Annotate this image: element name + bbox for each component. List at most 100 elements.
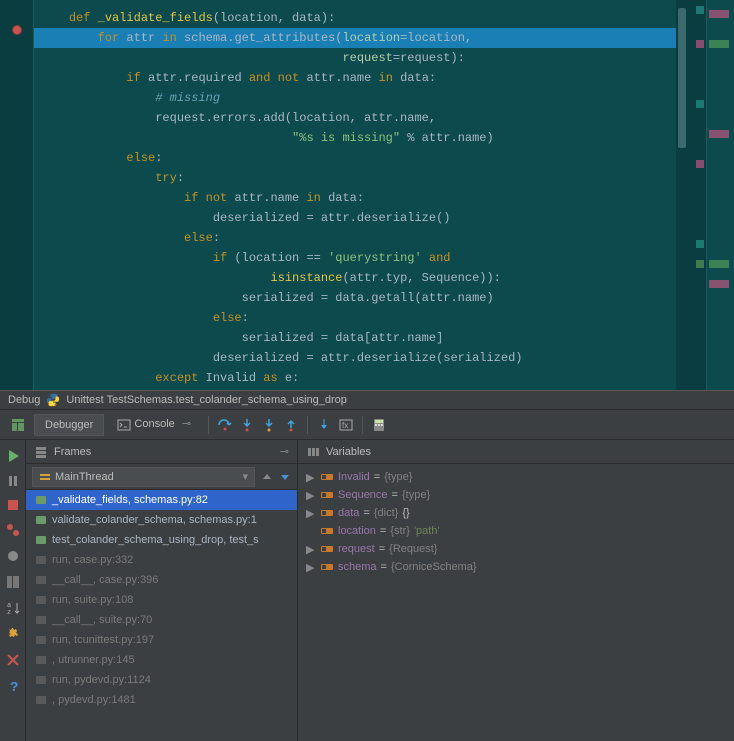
pause-icon[interactable] (6, 474, 20, 488)
frame-label: , pydevd.py:1481 (52, 694, 136, 706)
code-line[interactable]: if (location == 'querystring' and (34, 248, 688, 268)
step-over-icon[interactable] (215, 412, 235, 438)
frame-label: run, case.py:332 (52, 554, 133, 566)
frame-item[interactable]: run, pydevd.py:1124 (26, 670, 297, 690)
variable-item[interactable]: ▶Invalid = {type} (298, 468, 734, 486)
close-icon[interactable] (5, 652, 21, 668)
nav-down-icon[interactable] (279, 471, 291, 483)
debug-session-name: Unittest TestSchemas.test_colander_schem… (66, 394, 346, 406)
frame-icon (34, 653, 48, 667)
thread-dropdown[interactable]: MainThread ▾ (32, 467, 255, 487)
layout-icon[interactable] (5, 574, 21, 590)
frame-label: run, tcunittest.py:197 (52, 634, 154, 646)
frame-item[interactable]: _validate_fields, schemas.py:82 (26, 490, 297, 510)
frames-panel: Frames ⊸ MainThread ▾ _validate_fields, … (26, 440, 298, 741)
editor-gutter[interactable] (0, 0, 34, 390)
code-line[interactable]: except Invalid as e: (34, 368, 688, 388)
frame-item[interactable]: , utrunner.py:145 (26, 650, 297, 670)
code-line[interactable]: request.errors.add(location, attr.name, (34, 108, 688, 128)
expand-arrow-icon[interactable]: ▶ (306, 471, 316, 484)
variable-name: data (338, 507, 359, 519)
frame-icon (34, 693, 48, 707)
code-line[interactable]: for attr in schema.get_attributes(locati… (34, 28, 688, 48)
code-line[interactable]: if attr.required and not attr.name in da… (34, 68, 688, 88)
frame-item[interactable]: run, case.py:332 (26, 550, 297, 570)
code-line[interactable]: isinstance(attr.typ, Sequence)): (34, 268, 688, 288)
sort-az-icon[interactable]: az (5, 600, 21, 616)
code-line[interactable]: "%s is missing" % attr.name) (34, 128, 688, 148)
tab-console[interactable]: Console ⊸ (106, 412, 202, 436)
code-line[interactable]: deserialized = attr.deserialize() (34, 208, 688, 228)
step-into-icon[interactable] (237, 412, 257, 438)
resume-icon[interactable] (5, 448, 21, 464)
frame-item[interactable]: __call__, suite.py:70 (26, 610, 297, 630)
variable-item[interactable]: ▶request = {Request} (298, 540, 734, 558)
expand-arrow-icon[interactable]: ▶ (306, 489, 316, 502)
frames-header: Frames ⊸ (26, 440, 297, 464)
scrollbar-thumb[interactable] (678, 8, 686, 148)
evaluate-expression-icon[interactable]: fx (336, 412, 356, 438)
code-line[interactable]: deserialized = attr.deserialize(serializ… (34, 348, 688, 368)
frame-item[interactable]: __call__, case.py:396 (26, 570, 297, 590)
variables-list[interactable]: ▶Invalid = {type} ▶Sequence = {type} ▶ da… (298, 464, 734, 741)
view-breakpoints-icon[interactable] (5, 522, 21, 538)
mute-breakpoints-icon[interactable] (5, 548, 21, 564)
variable-item[interactable]: location = {str} 'path' (298, 522, 734, 540)
code-line[interactable]: # missing (34, 88, 688, 108)
variable-type: {Request} (389, 543, 437, 555)
frame-item[interactable]: , pydevd.py:1481 (26, 690, 297, 710)
code-line[interactable]: try: (34, 168, 688, 188)
frame-item[interactable]: validate_colander_schema, schemas.py:1 (26, 510, 297, 530)
variable-item[interactable]: ▶Sequence = {type} (298, 486, 734, 504)
run-to-cursor-icon[interactable] (314, 412, 334, 438)
vertical-scrollbar[interactable] (676, 0, 688, 390)
marker-icon (696, 100, 704, 108)
nav-up-icon[interactable] (261, 471, 273, 483)
help-icon[interactable]: ? (5, 678, 21, 694)
code-line[interactable]: serialized = data[attr.name] (34, 328, 688, 348)
variable-item[interactable]: ▶schema = {CorniceSchema} (298, 558, 734, 576)
variables-icon (306, 445, 320, 459)
breakpoint-icon[interactable] (12, 25, 22, 35)
code-editor[interactable]: def _validate_fields(location, data): fo… (34, 0, 688, 390)
code-line[interactable]: else: (34, 148, 688, 168)
frame-item[interactable]: run, suite.py:108 (26, 590, 297, 610)
pin-indicator: ⊸ (182, 418, 191, 430)
code-line[interactable]: # the struct is invalid (34, 388, 688, 390)
code-line[interactable]: def _validate_fields(location, data): (34, 8, 688, 28)
frame-item[interactable]: run, tcunittest.py:197 (26, 630, 297, 650)
code-line[interactable]: serialized = data.getall(attr.name) (34, 288, 688, 308)
frame-label: run, suite.py:108 (52, 594, 133, 606)
frames-icon (34, 445, 48, 459)
code-line[interactable]: if not attr.name in data: (34, 188, 688, 208)
expand-arrow-icon[interactable] (306, 525, 316, 537)
settings-icon[interactable] (5, 626, 21, 642)
variable-icon (320, 524, 334, 538)
tab-debugger[interactable]: Debugger (34, 414, 104, 436)
expand-arrow-icon[interactable]: ▶ (306, 543, 316, 556)
code-line[interactable]: request=request): (34, 48, 688, 68)
frame-item[interactable]: test_colander_schema_using_drop, test_s (26, 530, 297, 550)
expand-arrow-icon[interactable]: ▶ (306, 507, 316, 520)
debug-left-toolbar: az ? (0, 440, 26, 741)
expand-arrow-icon[interactable]: ▶ (306, 561, 316, 574)
thread-icon (39, 471, 51, 483)
restore-layout-icon[interactable] (10, 417, 26, 433)
step-out-icon[interactable] (281, 412, 301, 438)
calculator-icon[interactable] (369, 412, 389, 438)
stop-icon[interactable] (6, 498, 20, 512)
variable-item[interactable]: ▶data = {dict} {} (298, 504, 734, 522)
variable-name: location (338, 525, 376, 537)
variable-type: {CorniceSchema} (391, 561, 477, 573)
step-into-my-code-icon[interactable] (259, 412, 279, 438)
frame-label: validate_colander_schema, schemas.py:1 (52, 514, 257, 526)
frame-label: , utrunner.py:145 (52, 654, 135, 666)
marker-icon (709, 130, 729, 138)
marker-icon (696, 240, 704, 248)
frame-list[interactable]: _validate_fields, schemas.py:82 validate_… (26, 490, 297, 741)
code-line[interactable]: else: (34, 228, 688, 248)
code-line[interactable]: else: (34, 308, 688, 328)
debug-session-header: Debug Unittest TestSchemas.test_colander… (0, 390, 734, 410)
variable-name: schema (338, 561, 377, 573)
frame-label: _validate_fields, schemas.py:82 (52, 494, 208, 506)
